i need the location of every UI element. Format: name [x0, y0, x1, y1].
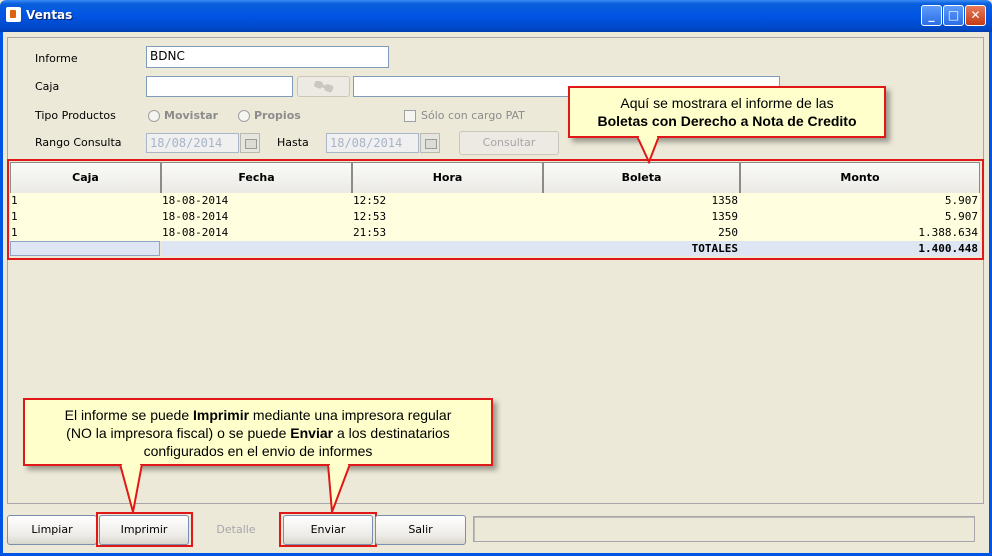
radio-propios[interactable] — [238, 110, 250, 122]
consultar-button[interactable]: Consultar — [459, 131, 559, 155]
salir-button[interactable]: Salir — [375, 515, 466, 545]
limpiar-button-label: Limpiar — [31, 523, 73, 536]
consultar-button-label: Consultar — [482, 136, 536, 149]
minimize-button[interactable]: _ — [921, 5, 942, 26]
callout-print-send-info: El informe se puede Imprimir mediante un… — [23, 398, 493, 466]
close-icon: ✕ — [970, 8, 981, 22]
table-highlight-frame — [7, 159, 984, 260]
hasta-label: Hasta — [277, 136, 309, 149]
imprimir-highlight-frame — [96, 512, 193, 547]
fecha-desde-field[interactable]: 18/08/2014 — [146, 133, 239, 153]
callout-table-info: Aquí se mostrara el informe de las Bolet… — [568, 86, 886, 138]
callout-pointer-imprimir — [118, 464, 144, 513]
calendar-hasta-button[interactable] — [420, 133, 440, 153]
java-app-icon — [6, 7, 21, 22]
radio-propios-label: Propios — [254, 109, 301, 122]
fecha-hasta-field[interactable]: 18/08/2014 — [326, 133, 419, 153]
maximize-icon: □ — [947, 8, 960, 22]
binoculars-icon — [314, 81, 334, 93]
radio-movistar[interactable] — [148, 110, 160, 122]
limpiar-button[interactable]: Limpiar — [7, 515, 97, 545]
detalle-button[interactable]: Detalle — [191, 515, 281, 545]
callout-table-pointer — [636, 136, 661, 164]
salir-button-label: Salir — [408, 523, 433, 536]
callout-bottom-line3: configurados en el envio de informes — [143, 443, 373, 459]
tipo-productos-label: Tipo Productos — [35, 109, 116, 122]
window-title: Ventas — [26, 8, 73, 22]
calendar-desde-button[interactable] — [240, 133, 260, 153]
solo-cargo-pat-label: Sólo con cargo PAT — [421, 109, 525, 122]
callout-table-line2: Boletas con Derecho a Nota de Credito — [597, 113, 857, 129]
close-button[interactable]: ✕ — [965, 5, 986, 26]
informe-label: Informe — [35, 52, 78, 65]
rango-consulta-label: Rango Consulta — [35, 136, 122, 149]
caja-search-button[interactable] — [297, 76, 350, 97]
solo-cargo-pat-checkbox[interactable] — [404, 110, 416, 122]
status-bar — [473, 516, 975, 542]
caja-label: Caja — [35, 80, 60, 93]
callout-bottom-line2: (NO la impresora fiscal) o se puede Envi… — [66, 425, 450, 441]
caja-field[interactable] — [146, 76, 293, 97]
callout-table-line1: Aquí se mostrara el informe de las — [620, 95, 834, 111]
title-bar[interactable] — [0, 0, 992, 32]
callout-bottom-line1: El informe se puede Imprimir mediante un… — [64, 407, 452, 423]
minimize-icon: _ — [928, 8, 935, 22]
radio-movistar-label: Movistar — [164, 109, 219, 122]
enviar-highlight-frame — [279, 512, 377, 547]
maximize-button[interactable]: □ — [943, 5, 964, 26]
callout-pointer-enviar — [326, 464, 352, 513]
informe-field[interactable]: BDNC — [146, 46, 389, 68]
